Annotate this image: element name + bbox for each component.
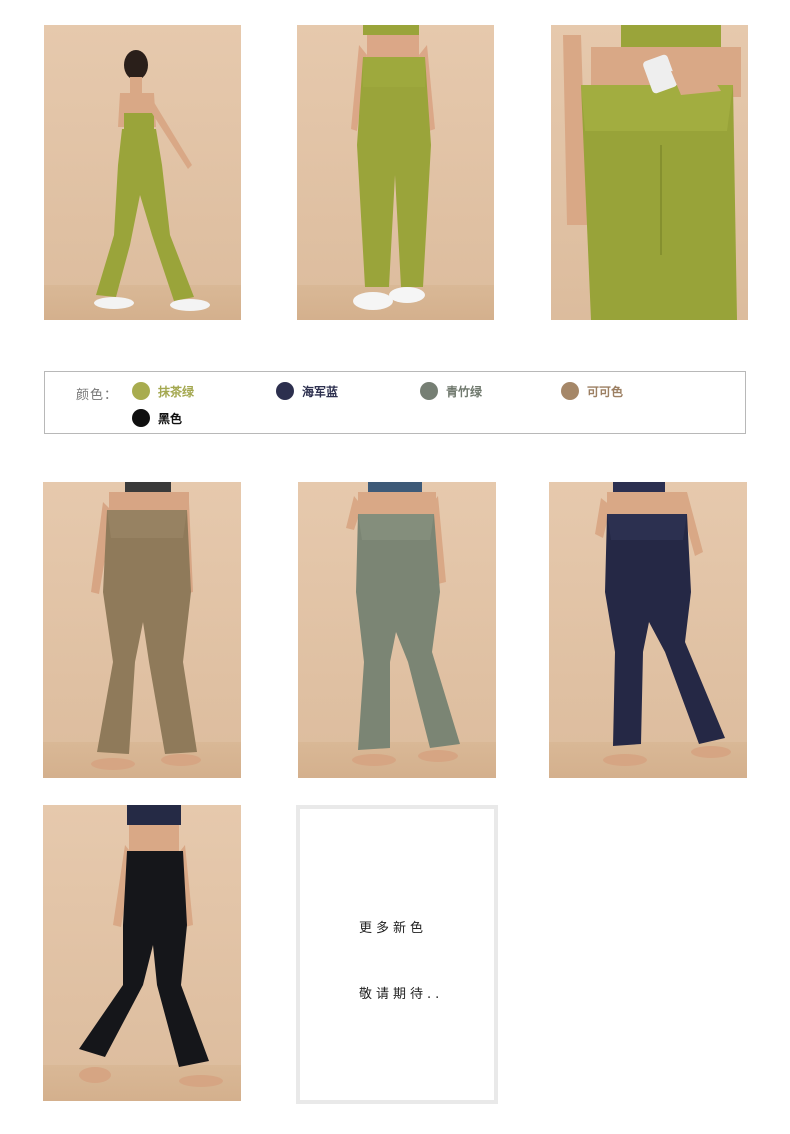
model-figure-front (94, 50, 210, 311)
color-selector: 颜色： 抹茶绿 海军蓝 青竹绿 可可色 黑色 (44, 371, 746, 434)
color-name: 黑色 (158, 411, 183, 426)
swatch-dot (276, 382, 294, 400)
product-photo-bamboo-green[interactable] (298, 482, 496, 778)
product-photo-navy[interactable] (549, 482, 747, 778)
product-photo-matcha-front[interactable] (297, 25, 494, 320)
color-name: 海军蓝 (302, 384, 339, 399)
color-label: 颜色： (76, 388, 119, 403)
model-back-bamboo (346, 482, 460, 766)
model-back-cocoa (91, 482, 201, 770)
color-name: 青竹绿 (446, 384, 483, 399)
product-photo-black[interactable] (43, 805, 241, 1101)
model-back-navy (595, 482, 731, 766)
color-option-black[interactable]: 黑色 (132, 409, 182, 427)
color-option-matcha[interactable]: 抹茶绿 (132, 382, 194, 400)
color-option-cocoa[interactable]: 可可色 (561, 382, 623, 400)
color-name: 抹茶绿 (158, 384, 195, 399)
color-option-navy[interactable]: 海军蓝 (276, 382, 338, 400)
swatch-dot (132, 382, 150, 400)
product-photo-matcha-full[interactable] (44, 25, 241, 320)
swatch-dot (420, 382, 438, 400)
sports-bra (124, 113, 154, 129)
model-legs-front (351, 25, 435, 310)
swatch-dot (132, 409, 150, 427)
color-name: 可可色 (587, 384, 624, 399)
more-colors-line2: 敬请期待.. (359, 987, 444, 1002)
model-back-closeup (563, 25, 741, 320)
swatch-dot (561, 382, 579, 400)
more-colors-card: 更多新色 敬请期待.. (296, 805, 498, 1104)
product-photo-cocoa[interactable] (43, 482, 241, 778)
model-front-black (79, 805, 223, 1087)
product-photo-matcha-back-pocket[interactable] (551, 25, 748, 320)
more-colors-line1: 更多新色 (359, 921, 428, 936)
color-option-bamboo-green[interactable]: 青竹绿 (420, 382, 482, 400)
